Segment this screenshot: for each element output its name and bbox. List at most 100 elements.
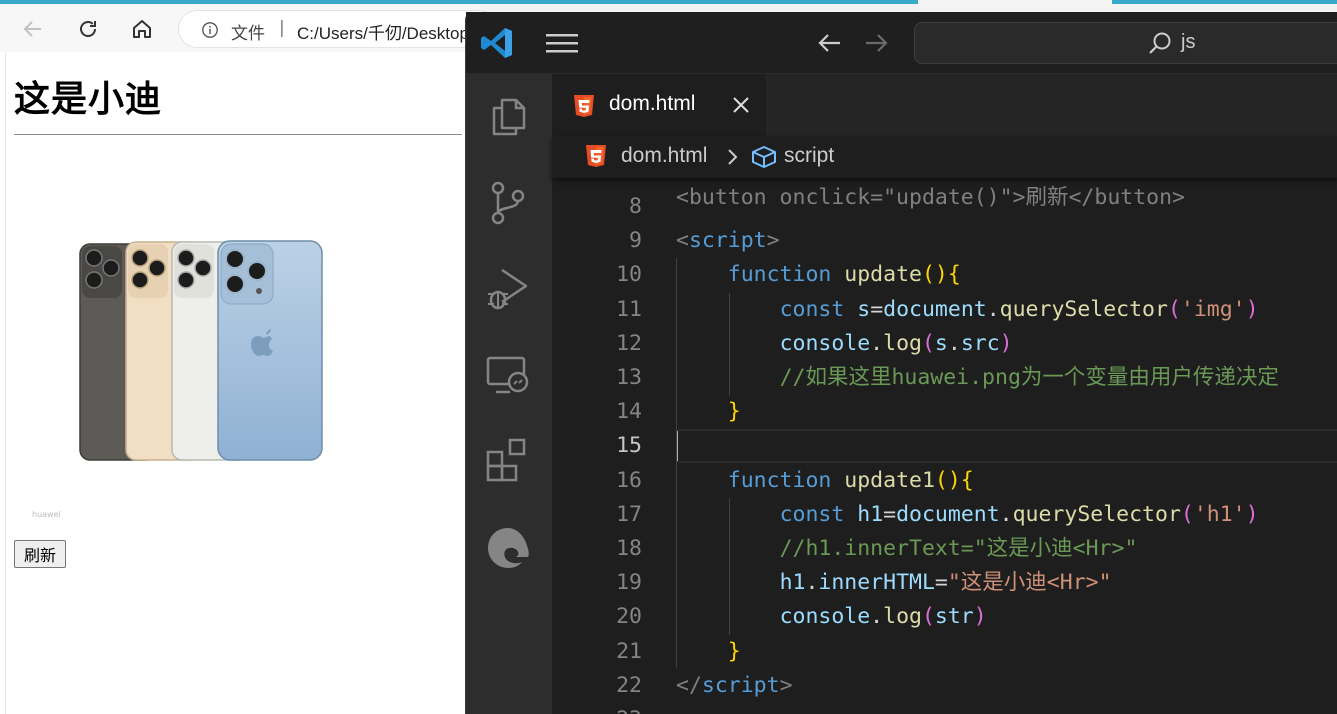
window-top-strip [0,0,1337,4]
editor-tabs: dom.html [552,74,1337,136]
code-text: const s=document.querySelector('img') [779,297,1259,322]
code-text: } [727,639,741,664]
code-line: 13 //如果这里huawei.png为一个变量由用户传递决定 [552,361,1337,395]
code-line: 22 </script> [552,669,1337,703]
code-editor[interactable]: <button onclick="update()">刷新</button> 8… [552,178,1337,714]
html5-icon [574,95,594,117]
search-icon [1149,32,1171,54]
line-number: 21 [616,639,642,664]
tab-dom-html[interactable]: dom.html [552,74,766,136]
code-line: 8 [552,190,1337,224]
line-number: 8 [629,194,642,219]
home-button[interactable] [127,14,157,44]
home-icon [133,20,151,38]
screen: 文件 | C:/Users/千仞/Desktop 这是小迪 huawei 刷新 … [0,0,1337,714]
code-line-partial: <button onclick="update()">刷新</button> [552,178,1337,210]
line-number: 17 [616,502,642,527]
line-number: 16 [616,468,642,493]
arrow-left-icon[interactable] [816,29,844,57]
symbol-cube-icon [752,146,776,168]
indent-guide [729,293,730,396]
html5-icon [586,145,606,167]
breadcrumb-symbol[interactable]: script [784,144,834,168]
info-icon[interactable] [201,21,219,39]
code-text: <script> [676,228,780,253]
code-line: 15 [552,429,1337,463]
command-center-search[interactable]: js [914,22,1337,64]
iphone-product-image [79,240,323,461]
code-text: //如果这里huawei.png为一个变量由用户传递决定 [779,365,1279,390]
code-text: } [727,399,741,424]
line-number: 10 [616,262,642,287]
explorer-icon[interactable] [484,92,532,140]
code-text: const h1=document.querySelector('h1') [779,502,1259,527]
page-content: 这是小迪 huawei 刷新 [5,52,480,714]
back-icon [23,21,41,37]
run-debug-icon[interactable] [484,264,532,312]
remote-explorer-icon[interactable] [484,350,532,398]
reload-icon [80,21,96,37]
address-bar[interactable]: 文件 | C:/Users/千仞/Desktop [178,10,498,48]
broken-image: huawei [32,510,61,519]
line-number: 11 [616,297,642,322]
browser-window: 文件 | C:/Users/千仞/Desktop 这是小迪 huawei 刷新 [0,0,498,714]
line-number: 22 [616,673,642,698]
edge-icon[interactable] [484,524,532,572]
close-icon[interactable] [730,94,752,116]
line-number: 9 [629,228,642,253]
back-button[interactable] [18,14,48,44]
chevron-right-icon [728,149,738,165]
code-text: function update(){ [727,262,961,287]
current-line-highlight [676,429,1337,463]
code-text: //h1.innerText="这是小迪<Hr>" [779,536,1138,561]
line-number: 18 [616,536,642,561]
code-line: 16 function update1(){ [552,464,1337,498]
code-text: h1.innerHTML="这是小迪<Hr>" [779,570,1112,595]
line-number: 15 [616,433,642,458]
extensions-icon[interactable] [484,436,532,484]
code-line: 17 const h1=document.querySelector('h1') [552,498,1337,532]
line-number: 23 [552,703,642,714]
code-text: function update1(){ [727,468,974,493]
window-accent-bar [1112,0,1337,4]
code-line: 11 const s=document.querySelector('img') [552,293,1337,327]
code-text: console.log(s.src) [779,331,1013,356]
reload-button[interactable] [73,14,103,44]
code-line: 20 console.log(str) [552,600,1337,634]
window-accent-bar [0,0,918,4]
indent-guide [729,498,730,635]
address-separator: | [279,18,285,38]
tab-label: dom.html [609,92,696,115]
code-line: 10 function update(){ [552,258,1337,292]
vscode-titlebar: js [466,12,1337,74]
line-number: 19 [616,570,642,595]
code-line: 18 //h1.innerText="这是小迪<Hr>" [552,532,1337,566]
indent-guide [676,258,677,668]
breadcrumb-file[interactable]: dom.html [621,144,707,168]
address-url[interactable]: C:/Users/千仞/Desktop [297,19,469,44]
line-number: 13 [616,365,642,390]
hamburger-menu-icon[interactable] [546,32,580,54]
page-heading: 这是小迪 [14,79,163,120]
address-scheme: 文件 [231,24,265,44]
code-line: 21 } [552,635,1337,669]
vscode-logo-icon [481,28,512,58]
refresh-button[interactable]: 刷新 [14,540,66,568]
arrow-right-icon[interactable] [862,29,890,57]
code-line: 14 } [552,395,1337,429]
editor-area: dom.html dom.html script <button onclick… [552,74,1337,714]
browser-toolbar: 文件 | C:/Users/千仞/Desktop [0,4,498,52]
code-line: 23 [552,703,1337,714]
breadcrumb: dom.html script [552,136,1337,178]
code-line: 12 console.log(s.src) [552,327,1337,361]
code-line: 19 h1.innerHTML="这是小迪<Hr>" [552,566,1337,600]
code-line: 9 <script> [552,224,1337,258]
activity-bar [466,74,552,714]
line-number: 20 [616,604,642,629]
code-text: </script> [676,673,793,698]
code-text: console.log(str) [779,604,987,629]
search-query: js [1181,31,1196,53]
source-control-icon[interactable] [484,178,532,226]
line-number: 14 [616,399,642,424]
vscode-window: js dom.html dom.html script <button oncl… [465,12,1337,714]
